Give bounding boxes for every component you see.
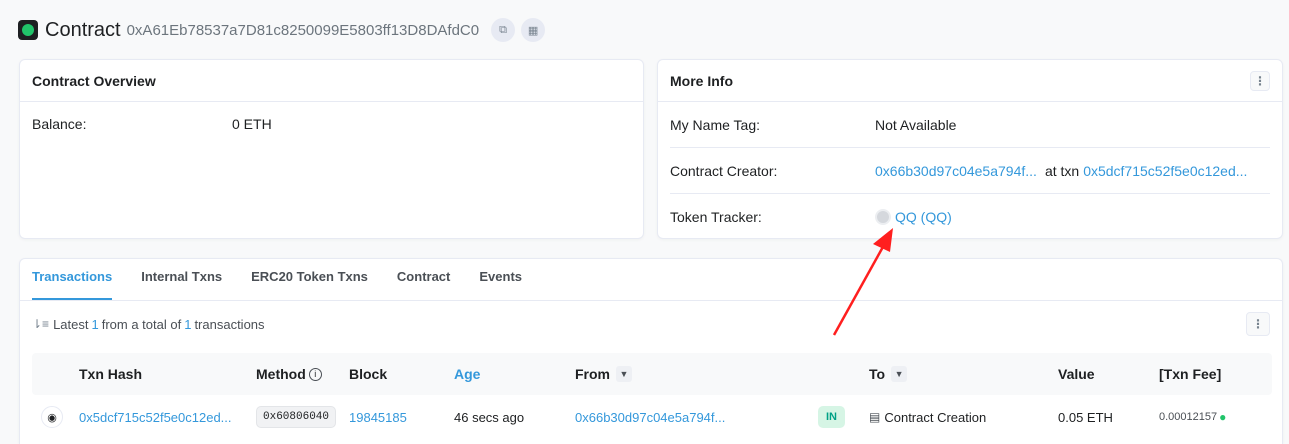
table-row: ◉ 0x5dcf715c52f5e0c12ed... 0x60806040 19…: [32, 397, 1272, 437]
balance-row: Balance: 0 ETH: [20, 102, 643, 146]
summary-suffix: transactions: [194, 316, 265, 332]
contract-creator-label: Contract Creator:: [670, 162, 778, 179]
copy-icon[interactable]: ⧉: [491, 18, 516, 42]
method-value: 0x60806040: [256, 406, 337, 428]
summary-total: 1: [184, 316, 192, 332]
summary-prefix: Latest: [53, 316, 89, 332]
age-value: 46 secs ago: [454, 409, 525, 425]
contract-address: 0xA61Eb78537a7D81c8250099E5803ff13D8DAfd…: [126, 21, 480, 39]
txn-hash-link[interactable]: 0x5dcf715c52f5e0c12ed...: [79, 410, 232, 425]
from-address-link[interactable]: 0x66b30d97c04e5a794f...: [575, 410, 725, 425]
col-to-label: To: [869, 366, 886, 382]
more-info-title: More Info: [670, 72, 733, 89]
balance-label: Balance:: [32, 116, 87, 132]
block-link[interactable]: 19845185: [349, 410, 407, 425]
col-to: To ▼: [869, 366, 908, 382]
more-info-card: More Info ⋮ My Name Tag: Not Available C…: [657, 59, 1283, 239]
col-method: Method i: [256, 366, 322, 382]
creator-txn-link[interactable]: 0x5dcf715c52f5e0c12ed...: [1083, 163, 1247, 179]
token-tracker-row: Token Tracker: QQ (QQ): [670, 194, 1270, 240]
contract-overview-card: Contract Overview Balance: 0 ETH: [19, 59, 644, 239]
col-from-label: From: [575, 366, 610, 382]
fee-value: 0.00012157: [1159, 411, 1218, 423]
name-tag-value: Not Available: [875, 116, 957, 133]
transactions-summary: ⇂≡ Latest 1 from a total of 1 transactio…: [20, 301, 1282, 347]
eye-icon[interactable]: ◉: [41, 406, 63, 428]
creator-address-link[interactable]: 0x66b30d97c04e5a794f...: [875, 163, 1037, 179]
page-title: Contract: [45, 18, 121, 41]
contract-creator-row: Contract Creator: 0x66b30d97c04e5a794f..…: [670, 148, 1270, 194]
table-options-icon[interactable]: ⋮: [1246, 312, 1270, 336]
col-age[interactable]: Age: [454, 366, 480, 382]
tab-internal-txns[interactable]: Internal Txns: [141, 269, 222, 300]
tab-transactions[interactable]: Transactions: [32, 269, 113, 300]
tab-events[interactable]: Events: [479, 269, 522, 300]
more-info-header: More Info ⋮: [658, 60, 1282, 102]
name-tag-row: My Name Tag: Not Available: [670, 102, 1270, 148]
overview-title: Contract Overview: [20, 60, 643, 102]
col-from: From ▼: [575, 366, 632, 382]
more-options-icon[interactable]: ⋮: [1250, 70, 1270, 91]
fee-cell: 0.00012157 ●: [1159, 410, 1226, 424]
tab-contract[interactable]: Contract: [397, 269, 450, 300]
page-header: Contract 0xA61Eb78537a7D81c8250099E5803f…: [18, 14, 551, 46]
sort-icon: ⇂≡: [32, 317, 50, 331]
summary-middle: from a total of: [101, 316, 182, 332]
value-cell: 0.05 ETH: [1058, 409, 1113, 425]
to-value: Contract Creation: [884, 409, 987, 425]
at-txn-text: at txn: [1044, 162, 1080, 179]
col-value: Value: [1058, 366, 1095, 382]
balance-value: 0 ETH: [232, 116, 272, 132]
tab-erc20-token-txns[interactable]: ERC20 Token Txns: [251, 269, 368, 300]
tab-bar: Transactions Internal Txns ERC20 Token T…: [20, 259, 1282, 301]
col-block: Block: [349, 366, 388, 382]
direction-badge: IN: [818, 406, 845, 428]
gas-icon: ●: [1219, 410, 1227, 424]
filter-icon[interactable]: ▼: [616, 366, 632, 382]
qr-code-icon[interactable]: ▦: [521, 18, 546, 42]
col-txn-fee[interactable]: [Txn Fee]: [1159, 366, 1221, 382]
contract-creation-icon: ▤: [869, 410, 881, 424]
token-tracker-label: Token Tracker:: [670, 209, 762, 225]
in-badge: IN: [818, 406, 845, 428]
token-tracker-link[interactable]: QQ (QQ): [895, 209, 952, 225]
summary-count: 1: [91, 316, 99, 332]
filter-icon[interactable]: ▼: [891, 366, 908, 382]
name-tag-label: My Name Tag:: [670, 116, 760, 133]
contract-icon: [18, 20, 38, 40]
to-cell: ▤ Contract Creation: [869, 410, 986, 425]
transactions-card: Transactions Internal Txns ERC20 Token T…: [19, 258, 1283, 444]
info-icon[interactable]: i: [308, 367, 322, 381]
method-badge: 0x60806040: [256, 406, 337, 428]
col-method-label: Method: [256, 366, 306, 382]
col-txn-hash: Txn Hash: [79, 366, 143, 382]
table-header: Txn Hash Method i Block Age From ▼ To ▼ …: [32, 353, 1272, 395]
token-logo-icon: [875, 209, 891, 225]
